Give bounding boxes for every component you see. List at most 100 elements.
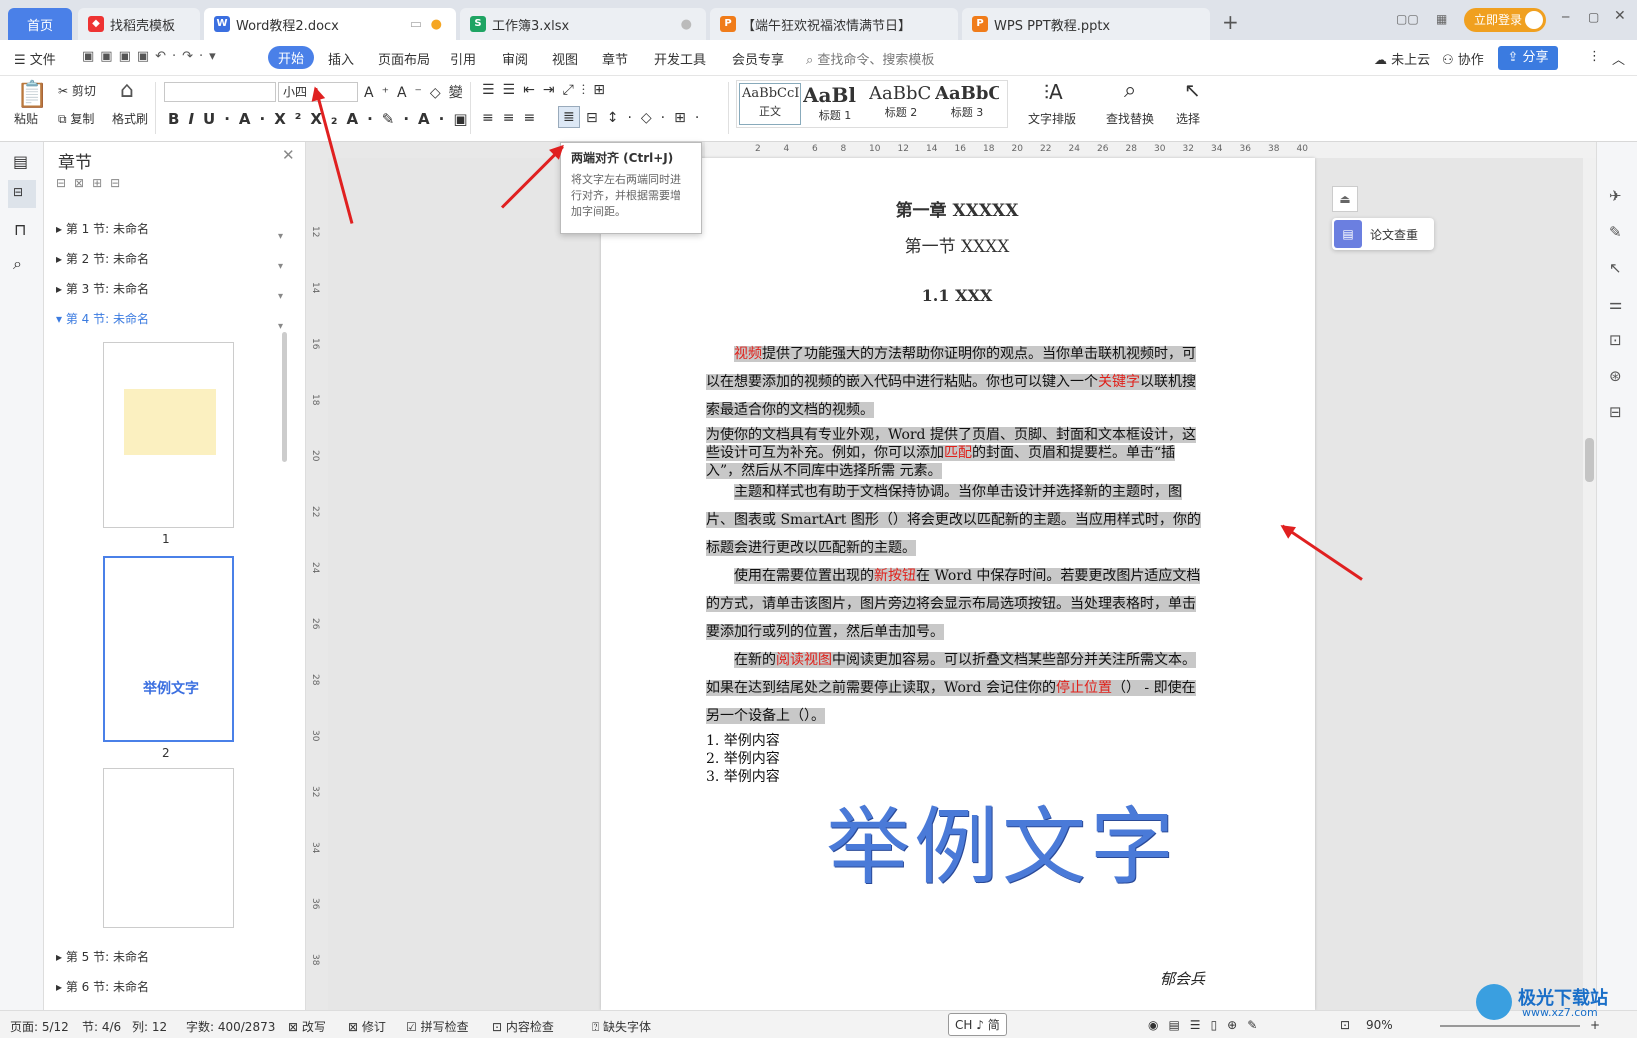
tab-home[interactable]: 首页 bbox=[8, 8, 72, 40]
chapter-item[interactable]: ▸ 第 3 节: 未命名 bbox=[56, 280, 149, 297]
tab-excel-label: 工作簿3.xlsx bbox=[492, 18, 570, 34]
nav-action-icons[interactable]: ⊟⊠⊞⊟ bbox=[56, 176, 128, 190]
paragraph-4[interactable]: 使用在需要位置出现的新按钮在 Word 中保存时间。若要更改图片适应文档的方式，… bbox=[706, 562, 1208, 646]
chapter-item[interactable]: ▸ 第 6 节: 未命名 bbox=[56, 978, 149, 995]
maximize-icon[interactable]: ▢ bbox=[1588, 10, 1599, 24]
select-button[interactable]: 选择 bbox=[1176, 110, 1200, 127]
collab-button[interactable]: ⚇ 协作 bbox=[1442, 49, 1484, 68]
ruler-tick: 26 bbox=[1097, 144, 1109, 154]
command-search[interactable]: ⌕ 查找命令、搜索模板 bbox=[806, 49, 934, 68]
page-thumbnail-1[interactable] bbox=[103, 342, 234, 528]
paste-icon[interactable]: 📋 bbox=[16, 80, 48, 110]
page-thumbnail-2[interactable]: 举例文字 bbox=[103, 556, 234, 742]
outline-icon[interactable]: ▤ bbox=[13, 152, 28, 171]
chapter-item-active[interactable]: ▾ 第 4 节: 未命名 bbox=[56, 310, 149, 327]
ruler-tick: 28 bbox=[310, 674, 320, 686]
text-layout-button[interactable]: 文字排版 bbox=[1028, 110, 1076, 127]
search-icon[interactable]: ⌕ bbox=[13, 254, 22, 274]
chapter-item[interactable]: ▸ 第 5 节: 未命名 bbox=[56, 948, 149, 965]
text-layout-icon[interactable]: ⫶A bbox=[1044, 80, 1063, 104]
chapter-item[interactable]: ▸ 第 1 节: 未命名 bbox=[56, 220, 149, 237]
tab-word-doc[interactable]: W Word教程2.docx ▭ ● bbox=[204, 8, 456, 40]
monitor-icon[interactable]: ▭ bbox=[410, 17, 422, 32]
numbered-list[interactable]: 1. 举例内容 2. 举例内容 3. 举例内容 bbox=[706, 732, 1208, 786]
wordart-text[interactable]: 举例文字 bbox=[826, 780, 1178, 901]
paste-button[interactable]: 粘贴 bbox=[14, 110, 38, 127]
ruler-tick: 30 bbox=[1154, 144, 1166, 154]
scroll-thumb[interactable] bbox=[1585, 438, 1594, 482]
zoom-slider[interactable] bbox=[1440, 1025, 1580, 1027]
chapter-dropdown-icons[interactable]: ▾ ▾ ▾ ▾ bbox=[278, 222, 283, 342]
cloud-status[interactable]: ☁ 未上云 bbox=[1374, 49, 1430, 68]
style-normal[interactable]: AaBbCcI 正文 bbox=[739, 83, 801, 125]
status-spell[interactable]: ☑ 拼写检查 bbox=[406, 1018, 469, 1035]
format-painter-icon[interactable]: ⌂ bbox=[120, 78, 134, 103]
right-tool-icons[interactable]: ✈ ✎ ↖ ⚌ ⊡ ⊛ ⊟ bbox=[1609, 178, 1622, 430]
menu-ref[interactable]: 引用 bbox=[450, 49, 476, 68]
tab-ppt2[interactable]: P WPS PPT教程.pptx bbox=[962, 8, 1210, 40]
justify-button[interactable]: ≣ bbox=[558, 106, 580, 128]
menu-review[interactable]: 审阅 bbox=[502, 49, 528, 68]
spacing-buttons[interactable]: ⊟↕·◇·⊞· bbox=[586, 110, 708, 126]
style-h2[interactable]: AaBbC 标题 2 bbox=[869, 83, 933, 125]
chapter-item[interactable]: ▸ 第 2 节: 未命名 bbox=[56, 250, 149, 267]
tab-template[interactable]: ◆ 找稻壳模板 bbox=[78, 8, 200, 40]
status-overwrite[interactable]: ⊠ 改写 bbox=[288, 1018, 326, 1035]
quick-access-icons[interactable]: ▣▣▣▣↶·↷·▾ bbox=[82, 49, 222, 64]
collapse-up-icon[interactable]: ⏏ bbox=[1332, 186, 1358, 212]
menu-member[interactable]: 会员专享 bbox=[732, 49, 784, 68]
menu-insert[interactable]: 插入 bbox=[328, 49, 354, 68]
fit-icon[interactable]: ⊡ bbox=[1340, 1018, 1350, 1032]
zoom-level[interactable]: 90% bbox=[1366, 1018, 1393, 1032]
view-mode-icons[interactable]: ◉▤☰▯⊕✎ bbox=[1148, 1018, 1267, 1032]
menu-start[interactable]: 开始 bbox=[268, 46, 315, 69]
menu-chapter[interactable]: 章节 bbox=[602, 49, 628, 68]
format-painter-button[interactable]: 格式刷 bbox=[112, 110, 148, 127]
menu-layout[interactable]: 页面布局 bbox=[378, 49, 430, 68]
minimize-icon[interactable]: ─ bbox=[1562, 10, 1569, 24]
font-grow-shrink-icons[interactable]: A⁺A⁻◇變 bbox=[364, 82, 471, 102]
find-icon[interactable]: ⌕ bbox=[1124, 78, 1136, 103]
style-h3[interactable]: AaBbC 标题 3 bbox=[935, 83, 999, 125]
cursor-icon[interactable]: ↖ bbox=[1184, 78, 1201, 102]
status-wordcount[interactable]: 字数: 400/2873 bbox=[186, 1018, 275, 1035]
style-h1-preview: AaBl bbox=[803, 83, 856, 107]
status-font[interactable]: ⍰ 缺失字体 bbox=[592, 1018, 651, 1035]
status-track[interactable]: ⊠ 修订 bbox=[348, 1018, 386, 1035]
align-buttons[interactable]: ≡≡≡ bbox=[482, 110, 544, 126]
nav-close-icon[interactable]: ✕ bbox=[282, 146, 295, 164]
status-content[interactable]: ⊡ 内容检查 bbox=[492, 1018, 554, 1035]
cut-button[interactable]: ✂ 剪切 bbox=[58, 82, 96, 99]
menu-file[interactable]: ☰ 文件 bbox=[14, 49, 56, 68]
tab-excel[interactable]: S 工作簿3.xlsx ● bbox=[460, 8, 706, 40]
chapter-nav-icon[interactable]: ⊟ bbox=[8, 180, 36, 208]
menu-dev[interactable]: 开发工具 bbox=[654, 49, 706, 68]
thumb-big-text: 举例文字 bbox=[143, 681, 199, 697]
new-tab-button[interactable]: + bbox=[1222, 10, 1239, 34]
close-icon[interactable]: ✕ bbox=[1614, 8, 1626, 24]
paragraph-5[interactable]: 在新的阅读视图中阅读更加容易。可以折叠文档某些部分并关注所需文本。如果在达到结尾… bbox=[706, 646, 1208, 730]
paragraph-3[interactable]: 主题和样式也有助于文档保持协调。当你单击设计并选择新的主题时，图片、图表或 Sm… bbox=[706, 478, 1208, 562]
grid-icon[interactable]: ▦ bbox=[1436, 12, 1447, 26]
page-thumbnail-3[interactable] bbox=[103, 768, 234, 928]
paragraph-1[interactable]: 视频提供了功能强大的方法帮助你证明你的观点。当你单击联机视频时，可以在想要添加的… bbox=[706, 340, 1208, 424]
paragraph-2[interactable]: 为使你的文档具有专业外观，Word 提供了页眉、页脚、封面和文本框设计，这些设计… bbox=[706, 426, 1208, 480]
ime-indicator[interactable]: CH ♪ 简 bbox=[948, 1013, 1007, 1036]
font-name-select[interactable] bbox=[164, 82, 276, 102]
collapse-ribbon-icon[interactable]: ︿ bbox=[1612, 49, 1625, 68]
find-replace-button[interactable]: 查找替换 bbox=[1106, 110, 1154, 127]
status-page[interactable]: 页面: 5/12 bbox=[10, 1018, 69, 1035]
more-icon[interactable]: ⋮ bbox=[1588, 49, 1601, 64]
tab-ppt1[interactable]: P 【端午狂欢祝福浓情满节日】 bbox=[710, 8, 958, 40]
list-buttons[interactable]: ☰☰⇤⇥⤢⫶⊞ bbox=[482, 82, 613, 98]
tablet-icon[interactable]: ▢▢ bbox=[1396, 12, 1419, 26]
copy-button[interactable]: ⧉ 复制 bbox=[58, 110, 94, 127]
share-button[interactable]: ⇪ 分享 bbox=[1498, 46, 1558, 70]
login-button[interactable]: 立即登录 bbox=[1464, 8, 1546, 32]
bookmark-icon[interactable]: ⊓ bbox=[14, 220, 26, 239]
vertical-scrollbar[interactable] bbox=[1583, 158, 1596, 1010]
menu-view[interactable]: 视图 bbox=[552, 49, 578, 68]
style-h1[interactable]: AaBl 标题 1 bbox=[803, 83, 867, 125]
nav-scrollbar[interactable] bbox=[282, 332, 287, 462]
paper-check-button[interactable]: ▤ 论文查重 bbox=[1332, 218, 1434, 250]
